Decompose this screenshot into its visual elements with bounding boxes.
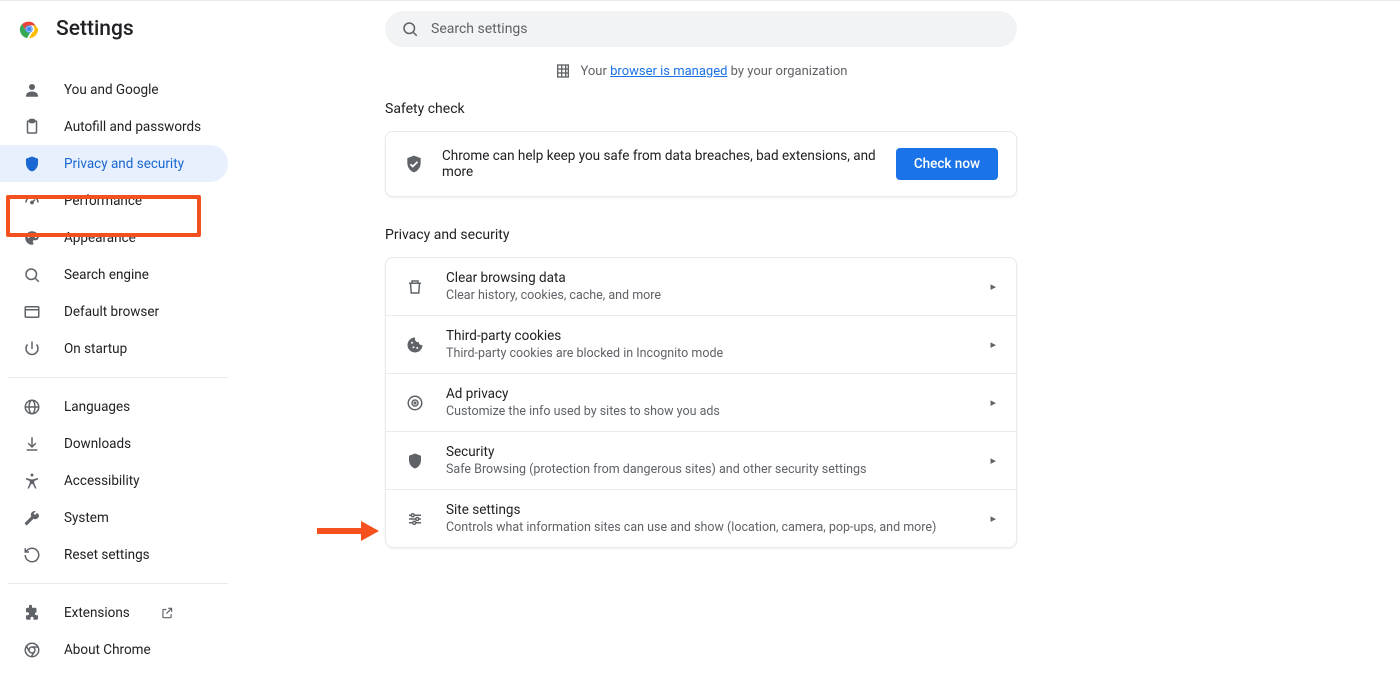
search-icon [401,20,419,38]
privacy-row-third-party-cookies[interactable]: Third-party cookies Third-party cookies a… [386,315,1016,373]
download-icon [22,435,42,453]
sidebar-item-label: Languages [64,399,130,415]
search-bar[interactable] [385,11,1017,47]
sidebar-item-default-browser[interactable]: Default browser [0,293,228,330]
privacy-row-security[interactable]: Security Safe Browsing (protection from d… [386,431,1016,489]
speedometer-icon [22,192,42,210]
sidebar-item-extensions[interactable]: Extensions [0,594,228,631]
search-icon [22,266,42,284]
row-subtitle: Safe Browsing (protection from dangerous… [446,462,970,477]
sidebar-item-search-engine[interactable]: Search engine [0,256,228,293]
row-subtitle: Third-party cookies are blocked in Incog… [446,346,970,361]
sidebar-item-label: Performance [64,193,142,209]
sidebar-item-label: Privacy and security [64,156,184,172]
sidebar-item-accessibility[interactable]: Accessibility [0,462,228,499]
check-now-button[interactable]: Check now [896,148,998,180]
safety-section-title: Safety check [385,101,1017,117]
clipboard-icon [22,118,42,136]
privacy-row-clear-browsing-data[interactable]: Clear browsing data Clear history, cookie… [386,258,1016,315]
row-title: Site settings [446,502,970,518]
power-icon [22,340,42,358]
annotation-arrow-icon [315,519,379,543]
sidebar-item-label: Default browser [64,304,159,320]
trash-icon [404,278,426,296]
privacy-row-ad-privacy[interactable]: Ad privacy Customize the info used by sit… [386,373,1016,431]
sidebar-item-about-chrome[interactable]: About Chrome [0,631,228,668]
sidebar-item-performance[interactable]: Performance [0,182,228,219]
row-title: Security [446,444,970,460]
sidebar-item-autofill-and-passwords[interactable]: Autofill and passwords [0,108,228,145]
sidebar-item-label: Autofill and passwords [64,119,201,135]
sliders-icon [404,510,426,528]
sidebar-item-reset-settings[interactable]: Reset settings [0,536,228,573]
chevron-right-icon: ▸ [990,512,996,525]
chrome-icon [22,641,42,659]
browser-icon [22,303,42,321]
sidebar-item-label: Downloads [64,436,131,452]
header: Settings [0,1,134,57]
sidebar-item-appearance[interactable]: Appearance [0,219,228,256]
chevron-right-icon: ▸ [990,454,996,467]
chevron-right-icon: ▸ [990,338,996,351]
shield-icon [404,452,426,470]
external-link-icon [160,606,174,620]
sidebar-item-on-startup[interactable]: On startup [0,330,228,367]
sidebar-item-label: Extensions [64,605,130,621]
extension-icon [22,604,42,622]
sidebar-item-languages[interactable]: Languages [0,388,228,425]
managed-link[interactable]: browser is managed [610,64,727,79]
safety-check-text: Chrome can help keep you safe from data … [442,148,878,180]
row-title: Clear browsing data [446,270,970,286]
managed-post: by your organization [727,64,847,79]
sidebar-item-label: System [64,510,109,526]
adprivacy-icon [404,394,426,412]
person-icon [22,81,42,99]
main-content: Your browser is managed by your organiza… [385,57,1017,578]
privacy-row-site-settings[interactable]: Site settings Controls what information s… [386,489,1016,547]
row-title: Ad privacy [446,386,970,402]
chevron-right-icon: ▸ [990,280,996,293]
sidebar-item-label: Accessibility [64,473,140,489]
privacy-card: Clear browsing data Clear history, cookie… [385,257,1017,548]
row-subtitle: Clear history, cookies, cache, and more [446,288,970,303]
shield-icon [22,155,42,173]
accessibility-icon [22,472,42,490]
cookie-icon [404,336,426,354]
chevron-right-icon: ▸ [990,396,996,409]
sidebar-item-label: On startup [64,341,127,357]
globe-icon [22,398,42,416]
sidebar: You and Google Autofill and passwords Priv… [0,57,236,674]
sidebar-item-label: You and Google [64,82,159,98]
sidebar-item-label: Reset settings [64,547,150,563]
chrome-logo-icon [18,18,40,40]
search-input[interactable] [431,21,1001,37]
palette-icon [22,229,42,247]
shield-check-icon [404,154,424,174]
sidebar-item-system[interactable]: System [0,499,228,536]
page-title: Settings [56,17,134,41]
sidebar-item-you-and-google[interactable]: You and Google [0,71,228,108]
building-icon [555,63,571,79]
privacy-section-title: Privacy and security [385,227,1017,243]
sidebar-item-label: Search engine [64,267,149,283]
safety-check-card: Chrome can help keep you safe from data … [385,131,1017,197]
sidebar-item-label: About Chrome [64,642,151,658]
wrench-icon [22,509,42,527]
sidebar-item-label: Appearance [64,230,136,246]
sidebar-item-privacy-and-security[interactable]: Privacy and security [0,145,228,182]
reset-icon [22,546,42,564]
row-subtitle: Customize the info used by sites to show… [446,404,970,419]
managed-pre: Your [581,64,611,79]
row-subtitle: Controls what information sites can use … [446,520,970,535]
sidebar-item-downloads[interactable]: Downloads [0,425,228,462]
managed-notice: Your browser is managed by your organiza… [385,57,1017,101]
row-title: Third-party cookies [446,328,970,344]
